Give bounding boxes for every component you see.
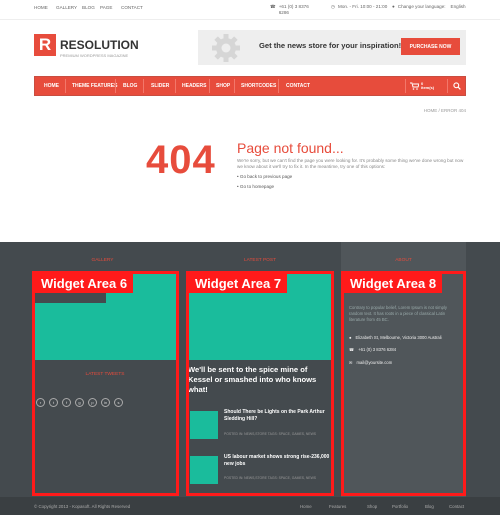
- widget-area-7-label: Widget Area 7: [189, 274, 288, 293]
- logo-mark[interactable]: R: [34, 34, 56, 56]
- phone-icon: ☎: [270, 4, 276, 9]
- hours-info: ◷ Mon. - Fri. 10:00 - 21:00: [331, 4, 388, 9]
- top-nav-blog[interactable]: BLOG: [82, 5, 95, 10]
- nav-home[interactable]: HOME: [44, 83, 59, 89]
- copyright: © Copyright 2013 - Kopasoft. All Rights …: [34, 504, 131, 509]
- widget-area-7: Widget Area 7: [186, 271, 334, 496]
- clock-icon: ◷: [331, 4, 336, 9]
- search-icon: [452, 82, 461, 90]
- cart-label: item(s): [421, 85, 435, 90]
- latest-post-title: LATEST POST: [243, 258, 277, 263]
- widget-area-6: Widget Area 6: [32, 271, 179, 496]
- nav-slider[interactable]: SLIDER: [151, 83, 169, 89]
- bottom-bar: © Copyright 2013 - Kopasoft. All Rights …: [0, 497, 500, 515]
- main-nav: HOME THEME FEATURES BLOG SLIDER HEADERS …: [34, 76, 466, 96]
- about-title: ABOUT: [395, 258, 412, 263]
- purchase-button[interactable]: PURCHASE NOW: [401, 38, 460, 55]
- footer-link-home[interactable]: Home: [300, 504, 312, 509]
- nav-theme-features[interactable]: THEME FEATURES: [72, 83, 117, 89]
- phone-info: ☎ +61 (0) 3 8376 6286: [270, 4, 309, 15]
- cart-button[interactable]: 0 item(s): [410, 80, 442, 92]
- widget-area-8: Widget Area 8: [341, 271, 466, 496]
- banner-text: Get the news store for your inspiration!: [259, 41, 402, 50]
- widget-area-8-label: Widget Area 8: [344, 274, 443, 293]
- site-name[interactable]: RESOLUTION: [60, 38, 139, 52]
- error-code: 404: [146, 138, 216, 182]
- gear-icon: [212, 34, 240, 62]
- top-nav-gallery[interactable]: GALLERY: [56, 5, 77, 10]
- link-homepage[interactable]: Go to homepage: [237, 184, 274, 189]
- top-nav-home[interactable]: HOME: [34, 5, 48, 10]
- footer-link-portfolio[interactable]: Portfolio: [392, 504, 408, 509]
- nav-contact[interactable]: CONTACT: [286, 83, 310, 89]
- link-previous-page[interactable]: Go back to previous page: [237, 174, 292, 179]
- globe-icon: ●: [392, 4, 395, 9]
- gallery-title: GALLERY: [91, 258, 114, 263]
- error-title: Page not found...: [237, 140, 344, 156]
- breadcrumb: HOME / ERROR 404: [423, 108, 466, 113]
- footer-link-contact[interactable]: Contact: [449, 504, 464, 509]
- cart-icon: [410, 82, 419, 90]
- footer-link-blog[interactable]: Blog: [425, 504, 434, 509]
- error-text: We're sorry, but we can't find the page …: [237, 158, 464, 169]
- nav-shortcodes[interactable]: SHORTCODES: [241, 83, 276, 89]
- search-button[interactable]: [448, 77, 465, 95]
- nav-blog[interactable]: BLOG: [123, 83, 137, 89]
- language-selector[interactable]: ● Change your language: English: [392, 4, 466, 9]
- top-nav-contact[interactable]: CONTACT: [121, 5, 143, 10]
- site-tagline: PREMIUM WORDPRESS MAGAZINE: [60, 53, 129, 58]
- nav-headers[interactable]: HEADERS: [182, 83, 206, 89]
- top-bar: HOME GALLERY BLOG PAGE CONTACT ☎ +61 (0)…: [0, 0, 500, 20]
- nav-shop[interactable]: SHOP: [216, 83, 230, 89]
- footer-link-features[interactable]: Features: [329, 504, 346, 509]
- footer-link-shop[interactable]: Shop: [367, 504, 377, 509]
- widget-area-6-label: Widget Area 6: [35, 274, 134, 293]
- top-nav-page[interactable]: PAGE: [100, 5, 112, 10]
